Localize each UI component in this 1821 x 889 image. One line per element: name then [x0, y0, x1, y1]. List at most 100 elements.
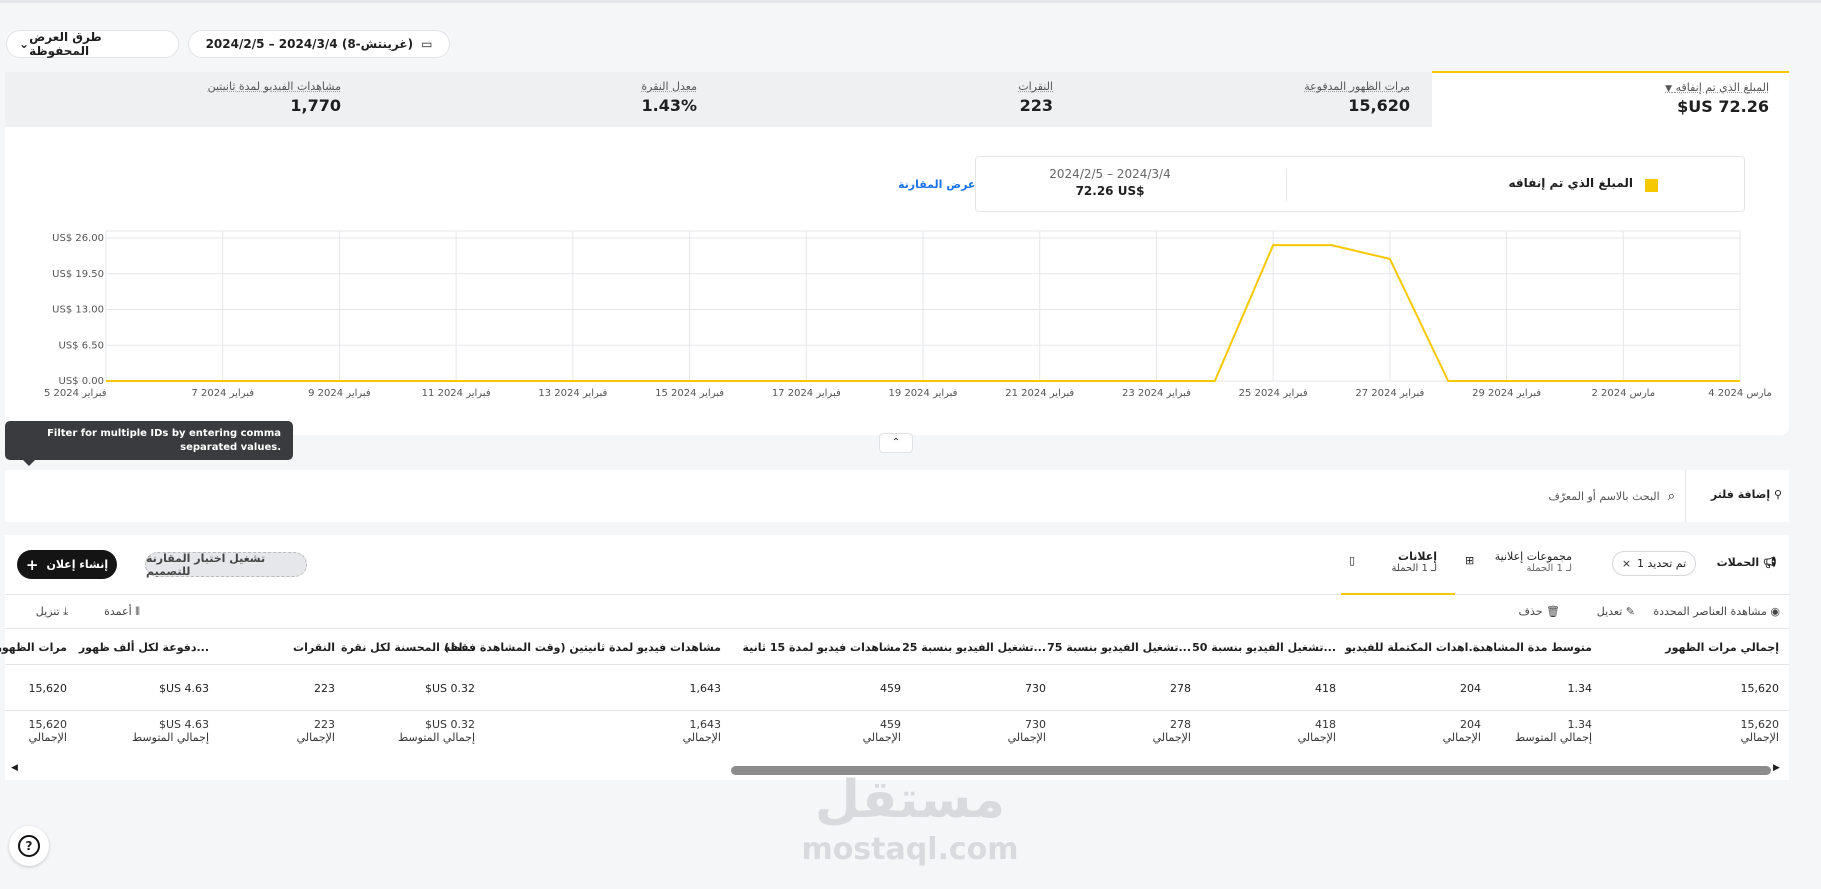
- table-cell: 204: [1460, 682, 1481, 695]
- phone-icon: ▯: [1349, 554, 1356, 567]
- filter-icon: ⚲: [1770, 488, 1782, 501]
- x-tick-label: 2 مارس 2024: [1591, 388, 1655, 399]
- y-tick-label: US$ 26.00: [52, 233, 104, 244]
- column-header[interactable]: ...لفة المحسنة لكل نقرة: [335, 641, 475, 654]
- help-icon: ?: [18, 835, 40, 857]
- total-label: الإجمالي: [682, 731, 721, 744]
- table-cell: 0.32 US$: [424, 682, 475, 695]
- total-value: 278: [1170, 718, 1191, 731]
- total-cell: 223 الإجمالي: [225, 718, 335, 744]
- spend-line-chart: US$ 0.00 US$ 6.50 US$ 13.00 US$ 19.50 US$ 26…: [44, 230, 1772, 399]
- create-ad-button[interactable]: + إنشاء إعلان: [17, 550, 117, 579]
- column-header[interactable]: مشاهدات فيديو لمدة 15 ثانية: [705, 641, 901, 654]
- total-cell: 0.32 US$ إجمالي المتوسط: [335, 718, 475, 744]
- delete-label: حذف: [1518, 605, 1543, 618]
- delete-button[interactable]: 🗑︎ حذف: [1510, 605, 1560, 618]
- column-header[interactable]: ...تشغيل الفيديو بنسبة 50: [1170, 641, 1336, 654]
- close-icon[interactable]: ×: [1622, 557, 1631, 570]
- total-cell: 730 الإجمالي: [880, 718, 1046, 744]
- ads-table-panel: + إنشاء إعلان تشغيل اختبار المقارنة للتصم…: [0, 535, 1789, 780]
- column-header[interactable]: مرات الظهور: [0, 641, 67, 654]
- tab-ads-sub: لـ 1 الحملة: [1391, 563, 1437, 574]
- table-row[interactable]: 15,620 1.34 204 418 278 730 459 1,643 0.32 US$ 22…: [5, 665, 1789, 711]
- collapse-chart-button[interactable]: ⌃: [879, 433, 913, 453]
- x-tick-label: 19 فبراير 2024: [889, 388, 958, 399]
- total-label: الإجمالي: [1442, 731, 1481, 744]
- table-cell: 730: [1025, 682, 1046, 695]
- total-label: الإجمالي: [296, 731, 335, 744]
- table-cell: 223: [314, 682, 335, 695]
- total-cell: 4.63 US$ إجمالي المتوسط: [75, 718, 209, 744]
- columns-label: أعمدة: [104, 605, 132, 618]
- total-cell: 15,620 الإجمالي: [1599, 718, 1780, 744]
- x-tick-label: 17 فبراير 2024: [772, 388, 841, 399]
- scroll-left-icon[interactable]: ◀: [11, 763, 18, 773]
- total-label: الإجمالي: [28, 731, 67, 744]
- x-tick-label: 11 فبراير 2024: [422, 388, 491, 399]
- total-value: 730: [1025, 718, 1046, 731]
- help-button[interactable]: ?: [9, 826, 49, 866]
- columns-button[interactable]: ⦀ أعمدة: [80, 605, 140, 619]
- total-label: إجمالي المتوسط: [131, 731, 209, 744]
- total-label: الإجمالي: [1740, 731, 1779, 744]
- table-cell: 4.63 US$: [158, 682, 209, 695]
- table-actions-bar: ◉ مشاهدة العناصر المحددة ✎ تعديل 🗑︎ حذف …: [5, 595, 1789, 629]
- total-cell: 204 الإجمالي: [1315, 718, 1481, 744]
- watermark-arabic: مستقل: [814, 770, 1006, 830]
- columns-icon: ⦀: [131, 605, 140, 618]
- total-label: إجمالي المتوسط: [397, 731, 475, 744]
- x-tick-label: 25 فبراير 2024: [1239, 388, 1308, 399]
- x-tick-label: 4 مارس 2024: [1708, 388, 1772, 399]
- tab-campaigns[interactable]: 📢︎ الحملات: [1705, 556, 1777, 569]
- x-tick-label: 15 فبراير 2024: [655, 388, 724, 399]
- tab-campaigns-label: الحملات: [1716, 556, 1760, 569]
- selected-chip[interactable]: تم تحديد 1 ×: [1612, 551, 1696, 576]
- column-header[interactable]: ...اهدات المكتملة للفيديو: [1315, 641, 1481, 654]
- search-placeholder: البحث بالاسم أو المعرّف: [1548, 489, 1660, 503]
- plus-icon: +: [25, 555, 39, 574]
- table-cell: 278: [1170, 682, 1191, 695]
- tab-ad-groups-label: مجموعات إعلانية: [1494, 550, 1572, 563]
- add-filter-label: إضافة فلتر: [1710, 488, 1771, 501]
- x-tick-label: 29 فبراير 2024: [1472, 388, 1541, 399]
- view-selected-button[interactable]: ◉ مشاهدة العناصر المحددة: [1645, 605, 1780, 618]
- tab-ad-groups-sub: لـ 1 الحملة: [1526, 563, 1572, 574]
- ab-test-button[interactable]: تشغيل اختبار المقارنة للتصميم: [145, 552, 307, 578]
- watermark-latin: mostaql.com: [801, 832, 1019, 867]
- column-header[interactable]: إجمالي مرات الظهور: [1599, 641, 1779, 654]
- download-button[interactable]: ⤓ تنزيل: [13, 605, 68, 619]
- create-ad-label: إنشاء إعلان: [46, 558, 109, 571]
- table-cell: 15,620: [1740, 682, 1780, 695]
- download-icon: ⤓: [59, 605, 68, 618]
- total-value: 204: [1460, 718, 1481, 731]
- eye-icon: ◉: [1766, 605, 1780, 618]
- column-header[interactable]: مشاهدات فيديو لمدة ثانيتين (وقت المشاهدة…: [444, 641, 721, 654]
- x-tick-label: 7 فبراير 2024: [191, 388, 254, 399]
- download-label: تنزيل: [35, 605, 60, 618]
- total-value: 459: [880, 718, 901, 731]
- total-label: الإجمالي: [862, 731, 901, 744]
- y-tick-label: US$ 13.00: [52, 305, 104, 316]
- edit-button[interactable]: ✎ تعديل: [1575, 605, 1635, 618]
- total-value: 1,643: [689, 718, 722, 731]
- tab-ad-groups[interactable]: ⊞ مجموعات إعلانية لـ 1 الحملة: [1465, 550, 1572, 574]
- total-cell: 1,643 الإجمالي: [445, 718, 721, 744]
- column-header[interactable]: ...تشغيل الفيديو بنسبة 75: [1025, 641, 1191, 654]
- search-input[interactable]: ⌕ البحث بالاسم أو المعرّف: [1305, 482, 1675, 510]
- table-cell: 15,620: [28, 682, 68, 695]
- x-tick-label: 23 فبراير 2024: [1122, 388, 1191, 399]
- add-filter-button[interactable]: ⚲ إضافة فلتر: [1697, 488, 1782, 501]
- x-tick-label: 13 فبراير 2024: [538, 388, 607, 399]
- column-header[interactable]: ...دفوعة لكل ألف ظهور: [75, 641, 209, 654]
- tab-ads[interactable]: ▯ إعلانات لـ 1 الحملة: [1341, 535, 1455, 595]
- column-header[interactable]: ...تشغيل الفيديو بنسبة 25: [880, 641, 1046, 654]
- x-tick-label: 9 فبراير 2024: [308, 388, 371, 399]
- y-tick-label: US$ 19.50: [52, 269, 104, 280]
- scroll-right-icon[interactable]: ▶: [1773, 763, 1780, 773]
- y-tick-label: US$ 6.50: [59, 340, 104, 351]
- filter-tooltip: Filter for multiple IDs by entering comm…: [5, 421, 293, 466]
- table-header: إجمالي مرات الظهور متوسط مدة المشاهدة ...ا…: [0, 629, 1789, 665]
- column-header[interactable]: النقرات: [225, 641, 335, 654]
- x-tick-label: 5 فبراير 2024: [44, 388, 107, 399]
- table-cell: 418: [1315, 682, 1336, 695]
